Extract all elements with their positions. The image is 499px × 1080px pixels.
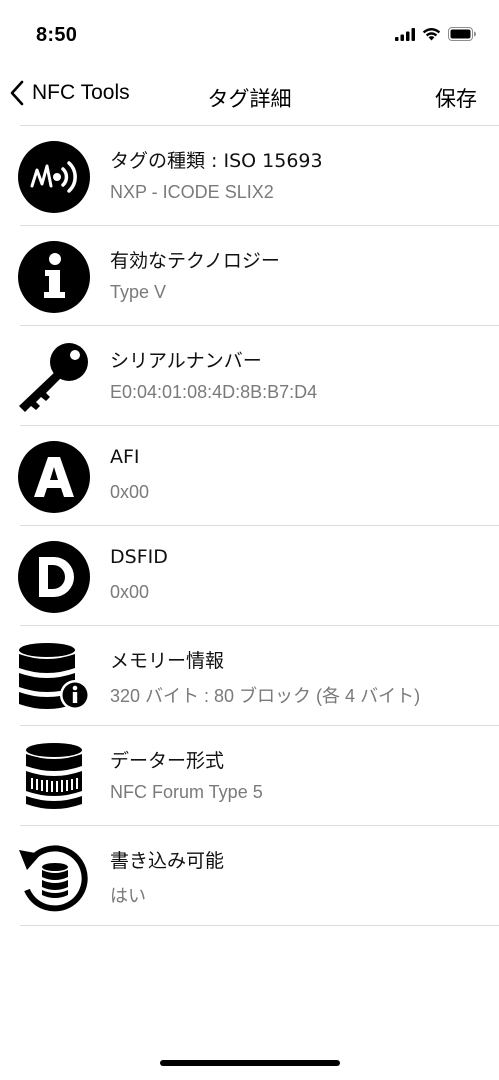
row-title: DSFID (110, 546, 168, 568)
page-title: タグ詳細 (207, 87, 292, 111)
row-value: 0x00 (110, 582, 150, 602)
info-icon (18, 241, 90, 313)
letter-d-icon (18, 541, 90, 613)
nfc-wave-icon (18, 141, 90, 213)
status-bar: 8:50 (0, 0, 499, 70)
row-title: 有効なテクノロジー (110, 250, 280, 272)
row-title: メモリー情報 (110, 650, 225, 672)
list-item-data-format[interactable]: データー形式 NFC Forum Type 5 (0, 726, 499, 826)
tag-detail-list: タグの種類 : ISO 15693 NXP - ICODE SLIX2 有効なテ… (0, 126, 499, 926)
row-divider (20, 925, 499, 926)
list-item-tag-type[interactable]: タグの種類 : ISO 15693 NXP - ICODE SLIX2 (0, 126, 499, 226)
key-icon (19, 343, 88, 412)
save-button[interactable]: 保存 (435, 83, 477, 113)
database-info-icon (19, 643, 90, 710)
row-title: タグの種類 : ISO 15693 (110, 150, 323, 172)
row-title: データー形式 (110, 750, 225, 772)
navigation-bar: NFC Tools タグ詳細 保存 (0, 70, 499, 124)
list-item-writable[interactable]: 書き込み可能 はい (0, 826, 499, 926)
status-icons (395, 27, 477, 41)
list-item-technologies[interactable]: 有効なテクノロジー Type V (0, 226, 499, 326)
row-title: シリアルナンバー (110, 350, 262, 372)
row-value: 320 バイト : 80 ブロック (各 4 バイト) (110, 686, 421, 706)
list-item-dsfid[interactable]: DSFID 0x00 (0, 526, 499, 626)
status-time: 8:50 (36, 24, 78, 46)
letter-a-icon (18, 441, 90, 513)
row-value: NXP - ICODE SLIX2 (110, 182, 274, 202)
list-item-afi[interactable]: AFI 0x00 (0, 426, 499, 526)
row-value: NFC Forum Type 5 (110, 782, 263, 802)
battery-icon (448, 27, 476, 41)
row-title: 書き込み可能 (110, 850, 225, 872)
home-indicator[interactable] (160, 1060, 340, 1066)
row-value: はい (110, 886, 146, 906)
row-value: Type V (110, 282, 167, 302)
row-value: E0:04:01:08:4D:8B:B7:D4 (110, 382, 318, 402)
row-value: 0x00 (110, 482, 150, 502)
data-format-icon (26, 743, 82, 809)
row-title: AFI (110, 446, 140, 468)
list-item-memory-info[interactable]: メモリー情報 320 バイト : 80 ブロック (各 4 バイト) (0, 626, 499, 726)
writable-database-icon (19, 845, 88, 912)
list-item-serial-number[interactable]: シリアルナンバー E0:04:01:08:4D:8B:B7:D4 (0, 326, 499, 426)
wifi-icon (422, 28, 441, 41)
cellular-signal-icon (395, 27, 415, 41)
